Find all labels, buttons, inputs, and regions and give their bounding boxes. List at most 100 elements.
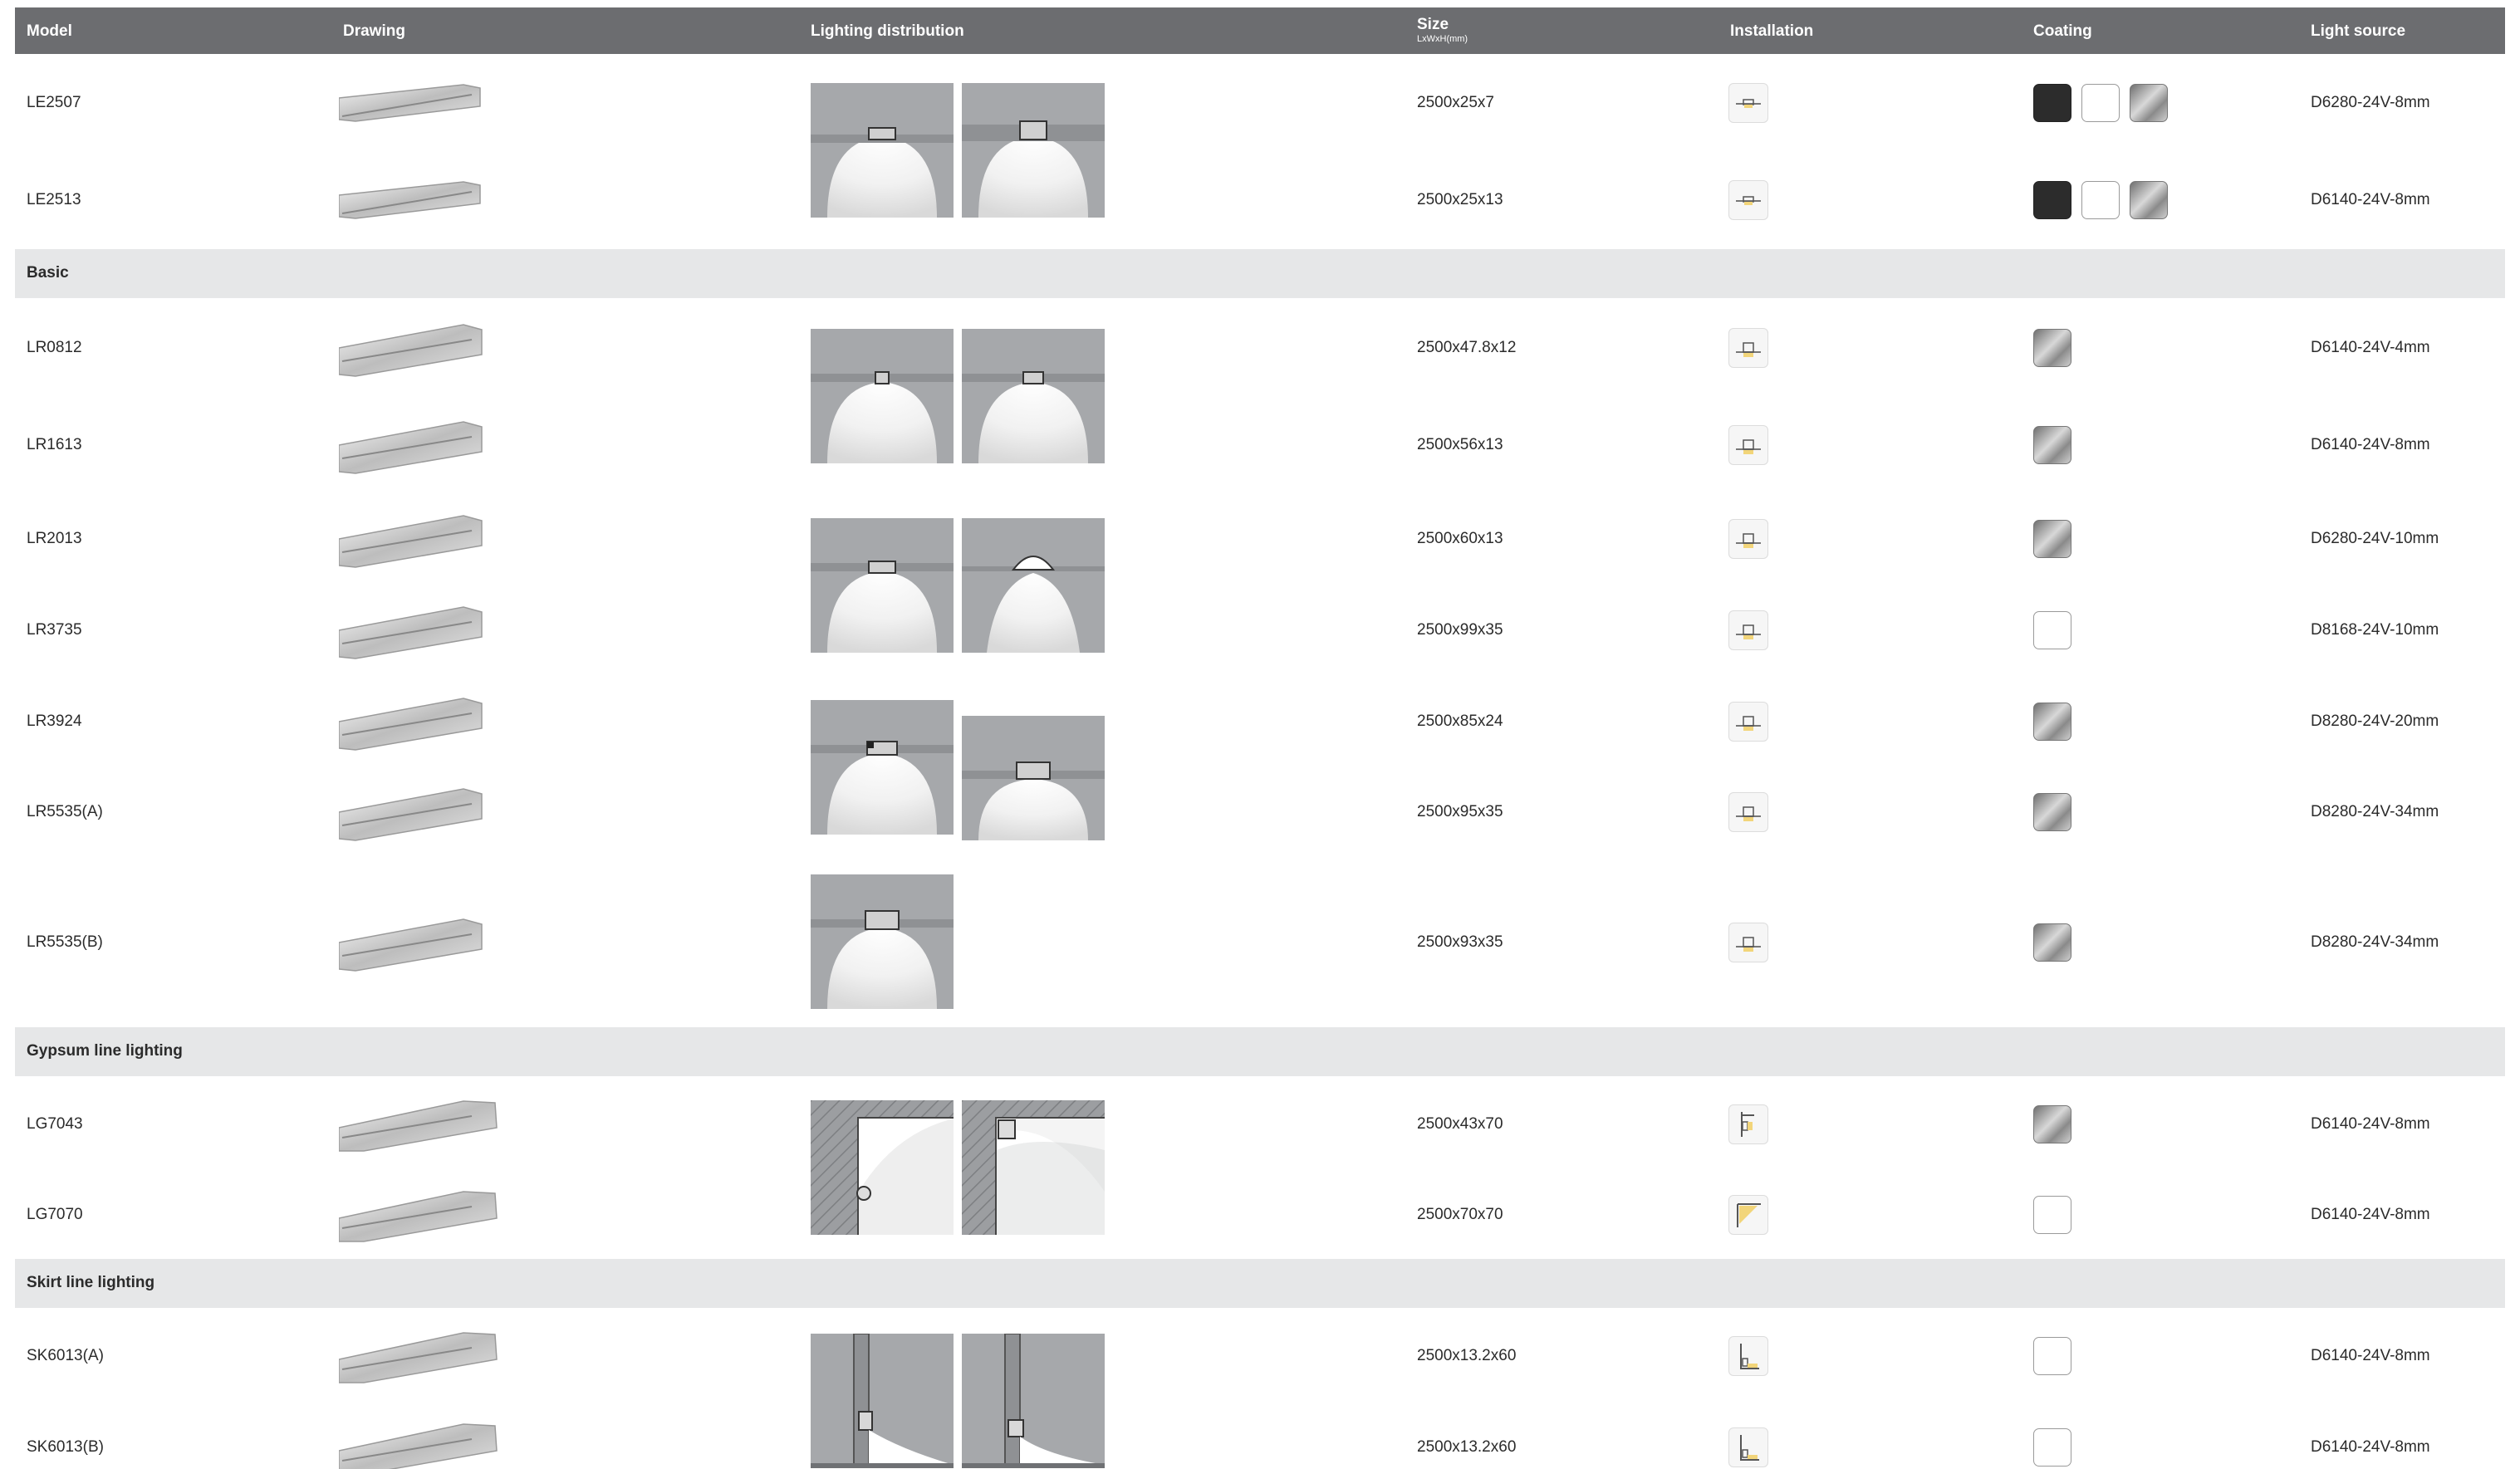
distribution-diagram — [962, 716, 1105, 840]
size-cell: 2500x25x13 — [1417, 191, 1503, 208]
coating-swatch-white — [2033, 1337, 2071, 1375]
surface-slot-icon — [1728, 83, 1768, 123]
size-cell: 2500x99x35 — [1417, 621, 1503, 639]
profile-drawing — [338, 318, 505, 378]
model-cell: SK6013(B) — [27, 1438, 104, 1456]
size-cell: 2500x93x35 — [1417, 933, 1503, 951]
coating-swatch-white — [2081, 181, 2120, 219]
recessed-icon — [1728, 328, 1768, 368]
coating-swatch-silver — [2033, 426, 2071, 464]
profile-drawing — [338, 73, 505, 133]
profile-drawing — [338, 1094, 505, 1154]
coating-swatch-white — [2033, 611, 2071, 649]
model-cell: LE2507 — [27, 94, 81, 111]
profile-drawing — [338, 509, 505, 569]
model-cell: SK6013(A) — [27, 1347, 104, 1364]
profile-drawing — [338, 1418, 505, 1469]
product-table: Model Drawing Lighting distribution Size… — [15, 7, 2505, 1469]
coating-swatch-silver — [2033, 923, 2071, 962]
recessed-icon — [1728, 519, 1768, 559]
section-basic: Basic — [15, 249, 2505, 298]
distribution-diagram — [962, 329, 1105, 463]
size-cell: 2500x85x24 — [1417, 712, 1503, 730]
section-skirt: Skirt line lighting — [15, 1259, 2505, 1308]
coating-swatch-white — [2033, 1428, 2071, 1467]
distribution-diagram — [962, 1334, 1105, 1468]
recessed-icon — [1728, 425, 1768, 465]
light-source-cell: D6280-24V-8mm — [2311, 94, 2430, 111]
recessed-icon — [1728, 610, 1768, 650]
col-coating: Coating — [2033, 22, 2092, 40]
light-source-cell: D6280-24V-10mm — [2311, 530, 2439, 547]
light-source-cell: D6140-24V-8mm — [2311, 191, 2430, 208]
col-model: Model — [27, 22, 72, 40]
model-cell: LR0812 — [27, 339, 82, 356]
size-cell: 2500x60x13 — [1417, 530, 1503, 547]
light-source-cell: D8280-24V-20mm — [2311, 712, 2439, 730]
coating-swatch-silver — [2033, 329, 2071, 367]
model-cell: LR3924 — [27, 712, 82, 730]
col-lighting: Lighting distribution — [811, 22, 964, 40]
model-cell: LG7043 — [27, 1115, 83, 1133]
col-size-unit: LxWxH(mm) — [1417, 34, 1468, 44]
light-source-cell: D6140-24V-8mm — [2311, 436, 2430, 453]
col-light-source: Light source — [2311, 22, 2406, 40]
col-size: Size — [1417, 16, 1449, 33]
section-title: Gypsum line lighting — [27, 1042, 183, 1060]
col-drawing: Drawing — [343, 22, 405, 40]
profile-drawing — [338, 782, 505, 842]
coating-swatch-silver — [2033, 1105, 2071, 1143]
model-cell: LR5535(A) — [27, 803, 103, 820]
size-cell: 2500x25x7 — [1417, 94, 1494, 111]
light-source-cell: D6140-24V-4mm — [2311, 339, 2430, 356]
skirting-icon — [1728, 1427, 1768, 1467]
coating-swatch-white — [2081, 84, 2120, 122]
distribution-diagram — [962, 1100, 1105, 1235]
profile-drawing — [338, 692, 505, 752]
model-cell: LE2513 — [27, 191, 81, 208]
coating-swatch-silver — [2033, 793, 2071, 831]
coating-swatch-silver — [2130, 181, 2168, 219]
size-cell: 2500x13.2x60 — [1417, 1347, 1517, 1364]
table-header: Model Drawing Lighting distribution Size… — [15, 7, 2505, 54]
model-cell: LR5535(B) — [27, 933, 103, 951]
distribution-diagram — [811, 874, 954, 1009]
recessed-icon — [1728, 923, 1768, 962]
distribution-diagram — [962, 518, 1105, 653]
col-installation: Installation — [1730, 22, 1814, 40]
distribution-diagram — [811, 518, 954, 653]
profile-drawing — [338, 913, 505, 972]
profile-drawing — [338, 415, 505, 475]
size-cell: 2500x56x13 — [1417, 436, 1503, 453]
size-cell: 2500x47.8x12 — [1417, 339, 1517, 356]
model-cell: LR1613 — [27, 436, 82, 453]
size-cell: 2500x43x70 — [1417, 1115, 1503, 1133]
wall-corner-icon — [1728, 1104, 1768, 1144]
distribution-diagram — [811, 83, 954, 218]
size-cell: 2500x13.2x60 — [1417, 1438, 1517, 1456]
section-gypsum: Gypsum line lighting — [15, 1027, 2505, 1076]
size-cell: 2500x95x35 — [1417, 803, 1503, 820]
coating-swatch-silver — [2033, 703, 2071, 741]
light-source-cell: D8168-24V-10mm — [2311, 621, 2439, 639]
distribution-diagram — [811, 700, 954, 835]
coating-swatch-silver — [2033, 520, 2071, 558]
light-source-cell: D8280-24V-34mm — [2311, 803, 2439, 820]
light-source-cell: D6140-24V-8mm — [2311, 1115, 2430, 1133]
distribution-diagram — [811, 1100, 954, 1235]
profile-drawing — [338, 170, 505, 230]
coating-swatch-silver — [2130, 84, 2168, 122]
coating-swatch-black — [2033, 181, 2071, 219]
distribution-diagram — [811, 1334, 954, 1468]
distribution-diagram — [811, 329, 954, 463]
light-source-cell: D6140-24V-8mm — [2311, 1206, 2430, 1223]
light-source-cell: D8280-24V-34mm — [2311, 933, 2439, 951]
recessed-icon — [1728, 792, 1768, 832]
section-title: Skirt line lighting — [27, 1274, 155, 1291]
coating-swatch-black — [2033, 84, 2071, 122]
light-source-cell: D6140-24V-8mm — [2311, 1438, 2430, 1456]
section-title: Basic — [27, 264, 69, 282]
profile-drawing — [338, 1185, 505, 1245]
profile-drawing — [338, 1326, 505, 1386]
skirting-icon — [1728, 1336, 1768, 1376]
